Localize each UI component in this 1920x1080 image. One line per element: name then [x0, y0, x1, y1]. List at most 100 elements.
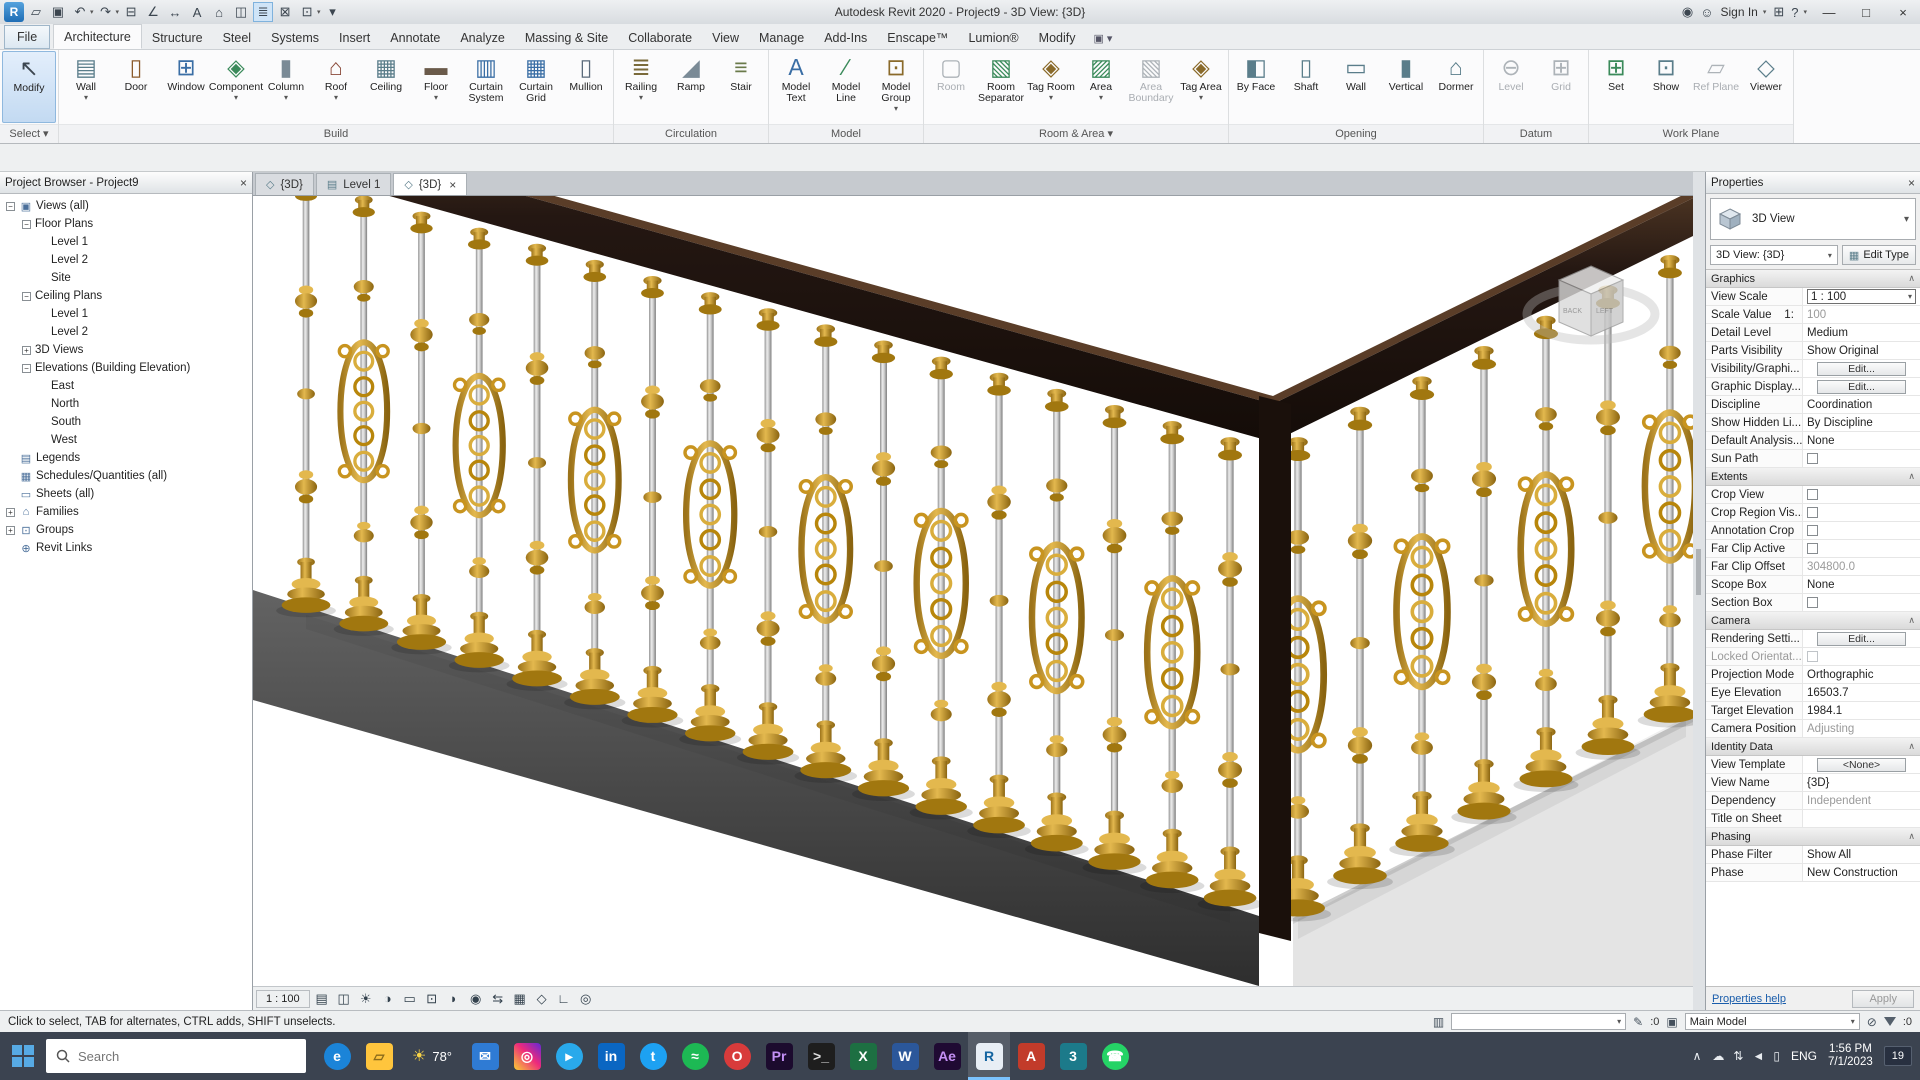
notification-icon[interactable]: ◉ [1682, 4, 1693, 20]
type-selector-dropdown-icon[interactable]: ▾ [1904, 214, 1909, 225]
tree-item-schedules-quantities-all[interactable]: ▦ Schedules/Quantities (all) [0, 467, 252, 485]
show-crop-region-icon[interactable]: ⊡ [422, 989, 442, 1009]
property-value-crop-view[interactable] [1803, 486, 1920, 503]
view-scale-button[interactable]: 1 : 100 [256, 989, 310, 1008]
onedrive-icon[interactable]: ☁ [1712, 1049, 1724, 1063]
component-dropdown-icon[interactable]: ▾ [234, 93, 238, 102]
ribbon-tab-enscape[interactable]: Enscape™ [877, 26, 958, 49]
tree-item-west[interactable]: West [0, 431, 252, 449]
column-dropdown-icon[interactable]: ▾ [284, 93, 288, 102]
crop-view-checkbox[interactable] [1807, 489, 1818, 500]
properties-close-icon[interactable]: × [1908, 176, 1915, 190]
tree-item-east[interactable]: East [0, 377, 252, 395]
taskbar-clock[interactable]: 1:56 PM 7/1/2023 [1828, 1043, 1873, 1069]
model-group-dropdown-icon[interactable]: ▾ [894, 104, 898, 113]
taskbar-app-autocad[interactable]: A [1010, 1032, 1052, 1080]
ribbon-button-model-line[interactable]: ∕ Model Line [821, 51, 871, 123]
temporary-hide-isolate-icon[interactable]: ◗ [444, 989, 464, 1009]
tree-item-level-1[interactable]: Level 1 [0, 305, 252, 323]
user-icon[interactable]: ☺ [1700, 5, 1713, 20]
view-scale-combo[interactable]: 1 : 100 ▾ [1807, 289, 1916, 304]
property-value-rendering-setti[interactable]: Edit... [1803, 630, 1920, 647]
ribbon-tab-steel[interactable]: Steel [213, 26, 262, 49]
open-file-button[interactable]: ▱ [26, 2, 46, 22]
customize-qat-button[interactable]: ▾ [323, 2, 343, 22]
panel-label-circulation[interactable]: Circulation [614, 124, 768, 143]
start-button[interactable] [0, 1032, 46, 1080]
search-input[interactable] [78, 1048, 296, 1064]
property-value-target-elevation[interactable]: 1984.1 [1803, 702, 1920, 719]
ribbon-tab-lumion[interactable]: Lumion® [958, 26, 1028, 49]
ribbon-tab-manage[interactable]: Manage [749, 26, 814, 49]
taskbar-app-terminal[interactable]: >_ [800, 1032, 842, 1080]
ribbon-button-viewer[interactable]: ◇ Viewer [1741, 51, 1791, 123]
properties-help-link[interactable]: Properties help [1712, 993, 1786, 1005]
switch-windows-button[interactable]: ⊡ [297, 2, 317, 22]
redo-button[interactable]: ↷ [96, 2, 116, 22]
ribbon-button-model-text[interactable]: A Model Text [771, 51, 821, 123]
panel-label-opening[interactable]: Opening [1229, 124, 1483, 143]
property-value-title-on-sheet[interactable] [1803, 810, 1920, 827]
tree-item-3d-views[interactable]: +3D Views [0, 341, 252, 359]
property-value-parts-visibility[interactable]: Show Original [1803, 342, 1920, 359]
section-box-checkbox[interactable] [1807, 597, 1818, 608]
shadows-icon[interactable]: ◑ [378, 989, 398, 1009]
property-value-annotation-crop[interactable] [1803, 522, 1920, 539]
sun-path-icon[interactable]: ☀ [356, 989, 376, 1009]
notification-count-badge[interactable]: 19 [1883, 1046, 1912, 1066]
view-selector-dropdown-icon[interactable]: ▾ [1828, 251, 1832, 260]
panel-label-room-area[interactable]: Room & Area ▾ [924, 124, 1228, 143]
section-header-identity-data[interactable]: Identity Data ∧ [1706, 738, 1920, 756]
project-browser-close-icon[interactable]: × [240, 176, 247, 190]
visual-style-icon[interactable]: ◫ [334, 989, 354, 1009]
section-header-extents[interactable]: Extents ∧ [1706, 468, 1920, 486]
detail-level-icon[interactable]: ▤ [312, 989, 332, 1009]
taskbar-app-opera[interactable]: O [716, 1032, 758, 1080]
undo-dropdown-icon[interactable]: ▾ [90, 8, 94, 16]
worksets-icon[interactable]: ▥ [1433, 1015, 1444, 1029]
ribbon-tab-analyze[interactable]: Analyze [450, 26, 514, 49]
ribbon-button-curtain-system[interactable]: ▥ Curtain System [461, 51, 511, 123]
close-button[interactable]: × [1888, 1, 1918, 23]
property-value-phase[interactable]: New Construction [1803, 864, 1920, 881]
aligned-dimension-button[interactable]: ↔ [165, 2, 185, 22]
far-clip-active-checkbox[interactable] [1807, 543, 1818, 554]
network-icon[interactable]: ⇅ [1733, 1049, 1743, 1063]
property-value-projection-mode[interactable]: Orthographic [1803, 666, 1920, 683]
worksets-dropdown-icon[interactable]: ▾ [1617, 1017, 1621, 1026]
ribbon-button-modify[interactable]: ↖ Modify [2, 51, 56, 123]
undo-button[interactable]: ↶ [70, 2, 90, 22]
taskbar-app-twitter[interactable]: t [632, 1032, 674, 1080]
property-value-eye-elevation[interactable]: 16503.7 [1803, 684, 1920, 701]
ribbon-tab-insert[interactable]: Insert [329, 26, 380, 49]
tree-item-views-all[interactable]: − ▣ Views (all) [0, 197, 252, 215]
taskbar-app-whatsapp[interactable]: ☎ [1094, 1032, 1136, 1080]
corner-post[interactable] [1259, 396, 1291, 941]
tree-item-site[interactable]: Site [0, 269, 252, 287]
property-value-graphic-display[interactable]: Edit... [1803, 378, 1920, 395]
property-value-view-scale[interactable]: 1 : 100 ▾ [1803, 288, 1920, 305]
locked-orientat-checkbox[interactable] [1807, 651, 1818, 662]
property-value-discipline[interactable]: Coordination [1803, 396, 1920, 413]
worksets-combo[interactable]: ▾ [1451, 1013, 1627, 1030]
taskbar-app-linkedin[interactable]: in [590, 1032, 632, 1080]
tree-item-floor-plans[interactable]: − Floor Plans [0, 215, 252, 233]
minimize-button[interactable]: — [1814, 1, 1844, 23]
ribbon-button-railing[interactable]: ≣ Railing ▾ [616, 51, 666, 123]
ribbon-tab-architecture[interactable]: Architecture [53, 24, 142, 49]
tree-expander-icon[interactable]: − [6, 201, 15, 211]
ribbon-button-by-face[interactable]: ◧ By Face [1231, 51, 1281, 123]
property-value-view-name[interactable]: {3D} [1803, 774, 1920, 791]
ribbon-button-door[interactable]: ▯ Door [111, 51, 161, 123]
taskbar-app-word[interactable]: W [884, 1032, 926, 1080]
ribbon-tab-modify[interactable]: Modify [1029, 26, 1086, 49]
panel-label-select[interactable]: Select ▾ [0, 124, 58, 143]
wall-dropdown-icon[interactable]: ▾ [84, 93, 88, 102]
close-inactive-views-button[interactable]: ⊠ [275, 2, 295, 22]
panel-label-work-plane[interactable]: Work Plane [1589, 124, 1793, 143]
panel-label-model[interactable]: Model [769, 124, 923, 143]
help-icon[interactable]: ? [1791, 5, 1798, 20]
taskbar-app-3ds-max[interactable]: 3 [1052, 1032, 1094, 1080]
sun-path-checkbox[interactable] [1807, 453, 1818, 464]
taskbar-app-file-explorer[interactable]: ▱ [358, 1032, 400, 1080]
